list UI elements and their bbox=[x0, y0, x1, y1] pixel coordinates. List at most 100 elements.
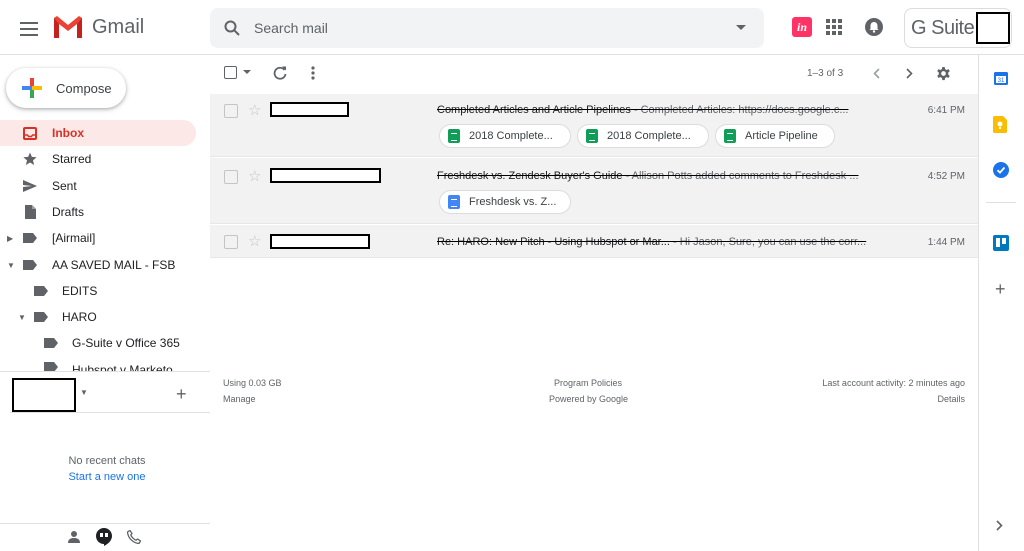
gmail-m-icon bbox=[54, 16, 82, 38]
refresh-icon[interactable] bbox=[273, 66, 287, 80]
gmail-logo[interactable]: Gmail bbox=[52, 14, 144, 40]
sidebar-divider bbox=[0, 371, 210, 372]
collapse-arrow-icon[interactable]: ▼ bbox=[7, 261, 15, 270]
sidebar-item-aa-saved-mail[interactable]: ▼ AA SAVED MAIL - FSB bbox=[0, 252, 196, 278]
gmail-logo-text: Gmail bbox=[92, 15, 145, 38]
send-icon bbox=[22, 178, 38, 194]
manage-storage-link[interactable]: Manage bbox=[223, 394, 256, 404]
sheets-icon bbox=[448, 129, 460, 143]
collapse-arrow-icon[interactable]: ▼ bbox=[18, 313, 26, 322]
attachment-chip[interactable]: 2018 Complete... bbox=[439, 124, 571, 148]
label-icon bbox=[43, 359, 59, 371]
get-addons-plus-icon[interactable]: + bbox=[995, 279, 1006, 300]
select-options-dropdown-icon[interactable] bbox=[243, 70, 251, 75]
sidebar-item-gsuite-v-office[interactable]: G-Suite v Office 365 bbox=[0, 330, 196, 356]
draft-icon bbox=[22, 204, 38, 220]
hangouts-chat-icon[interactable] bbox=[96, 528, 112, 546]
sidebar-item-drafts[interactable]: Drafts bbox=[0, 199, 196, 225]
main-menu-icon[interactable] bbox=[12, 12, 46, 46]
email-time: 4:52 PM bbox=[927, 171, 965, 182]
powered-by-google: Powered by Google bbox=[549, 394, 629, 404]
compose-button[interactable]: Compose bbox=[6, 68, 126, 108]
more-options-icon[interactable] bbox=[311, 66, 315, 80]
sidebar-item-inbox[interactable]: Inbox bbox=[0, 120, 196, 146]
activity-details-link[interactable]: Details bbox=[937, 394, 965, 404]
email-snippet: - Hi Jason, Sure, you can use the corr..… bbox=[669, 236, 867, 248]
email-snippet: - Completed Articles: https://docs.googl… bbox=[630, 104, 849, 116]
sidebar-item-label: AA SAVED MAIL - FSB bbox=[52, 258, 176, 272]
tasks-icon[interactable] bbox=[993, 162, 1009, 178]
pagination-range: 1–3 of 3 bbox=[807, 68, 844, 79]
chat-user-avatar[interactable] bbox=[12, 378, 76, 412]
email-subject: Completed Articles and Article Pipelines bbox=[437, 104, 631, 116]
account-avatar[interactable] bbox=[976, 12, 1011, 44]
chat-bottom-bar bbox=[0, 523, 210, 551]
email-row[interactable]: ☆ Freshdesk vs. Zendesk Buyer's Guide - … bbox=[210, 158, 978, 224]
phone-call-icon[interactable] bbox=[127, 530, 141, 544]
last-account-activity: Last account activity: 2 minutes ago bbox=[822, 378, 965, 388]
attachment-chip[interactable]: 2018 Complete... bbox=[577, 124, 709, 148]
attachment-chip[interactable]: Freshdesk vs. Z... bbox=[439, 190, 571, 214]
sheets-icon bbox=[586, 129, 598, 143]
keep-icon[interactable] bbox=[993, 116, 1007, 133]
sidebar-item-label: Hubspot v Marketo bbox=[72, 363, 173, 371]
start-new-chat-link[interactable]: Start a new one bbox=[0, 471, 214, 483]
search-icon[interactable] bbox=[224, 20, 240, 36]
settings-gear-icon[interactable] bbox=[936, 66, 951, 81]
sidebar-item-haro[interactable]: ▼ HARO bbox=[0, 304, 196, 330]
sidebar-item-label: Inbox bbox=[52, 126, 84, 140]
sidebar-item-label: EDITS bbox=[62, 284, 98, 298]
attachment-chip[interactable]: Article Pipeline bbox=[715, 124, 835, 148]
attachment-name: 2018 Complete... bbox=[469, 130, 553, 142]
invision-addon-icon[interactable]: in bbox=[792, 17, 812, 37]
email-row[interactable]: ☆ Re: HARO: New Pitch - Using Hubspot or… bbox=[210, 225, 978, 258]
email-row[interactable]: ☆ Completed Articles and Article Pipelin… bbox=[210, 94, 978, 157]
email-select-checkbox[interactable] bbox=[224, 170, 238, 184]
star-toggle-icon[interactable]: ☆ bbox=[248, 101, 261, 119]
program-policies-link[interactable]: Program Policies bbox=[554, 378, 622, 388]
email-subject: Freshdesk vs. Zendesk Buyer's Guide bbox=[437, 170, 623, 182]
chat-status-dropdown-icon[interactable]: ▼ bbox=[80, 388, 88, 397]
expand-arrow-icon[interactable]: ▶ bbox=[7, 234, 13, 243]
sidebar-item-label: Sent bbox=[52, 179, 77, 193]
calendar-icon[interactable]: 31 bbox=[993, 70, 1009, 86]
email-subject-snippet: Freshdesk vs. Zendesk Buyer's Guide - Al… bbox=[437, 170, 885, 182]
google-apps-icon[interactable] bbox=[826, 19, 842, 35]
email-select-checkbox[interactable] bbox=[224, 235, 238, 249]
email-subject-snippet: Completed Articles and Article Pipelines… bbox=[437, 104, 885, 116]
select-all-checkbox[interactable] bbox=[224, 66, 237, 79]
email-snippet: - Allison Potts added comments to Freshd… bbox=[622, 170, 859, 182]
chat-divider bbox=[10, 412, 210, 413]
sender-name bbox=[270, 168, 381, 183]
label-icon bbox=[33, 309, 49, 325]
sidebar-item-label: Drafts bbox=[52, 205, 85, 219]
trello-icon[interactable] bbox=[993, 235, 1009, 251]
label-icon bbox=[22, 230, 38, 246]
sidebar-item-label: G-Suite v Office 365 bbox=[72, 336, 180, 350]
email-subject: Re: HARO: New Pitch - Using Hubspot or M… bbox=[437, 236, 670, 248]
contacts-person-icon[interactable] bbox=[67, 531, 81, 543]
sidebar-item-airmail[interactable]: ▶ [Airmail] bbox=[0, 225, 196, 251]
new-chat-plus-icon[interactable]: + bbox=[176, 384, 187, 405]
notifications-icon[interactable] bbox=[864, 17, 884, 37]
sidebar-item-sent[interactable]: Sent bbox=[0, 173, 196, 199]
search-options-icon[interactable] bbox=[736, 25, 746, 31]
star-toggle-icon[interactable]: ☆ bbox=[248, 167, 261, 185]
star-icon bbox=[22, 151, 38, 167]
inbox-icon bbox=[22, 125, 38, 141]
expand-panel-chevron-icon[interactable] bbox=[996, 520, 1003, 531]
sheets-icon bbox=[724, 129, 736, 143]
newer-chevron-left-icon[interactable] bbox=[873, 68, 880, 79]
older-chevron-right-icon[interactable] bbox=[906, 68, 913, 79]
gsuite-account-button[interactable]: G Suite bbox=[904, 8, 1012, 48]
search-bar[interactable] bbox=[210, 8, 764, 48]
email-select-checkbox[interactable] bbox=[224, 104, 238, 118]
sidebar-item-hubspot-v-marketo[interactable]: Hubspot v Marketo bbox=[0, 357, 196, 371]
sidebar-item-edits[interactable]: EDITS bbox=[0, 278, 196, 304]
side-panel-divider bbox=[986, 202, 1016, 203]
star-toggle-icon[interactable]: ☆ bbox=[248, 232, 261, 250]
svg-text:31: 31 bbox=[998, 78, 1005, 84]
storage-usage: Using 0.03 GB bbox=[223, 378, 282, 388]
search-input[interactable] bbox=[254, 20, 714, 36]
sidebar-item-starred[interactable]: Starred bbox=[0, 146, 196, 172]
